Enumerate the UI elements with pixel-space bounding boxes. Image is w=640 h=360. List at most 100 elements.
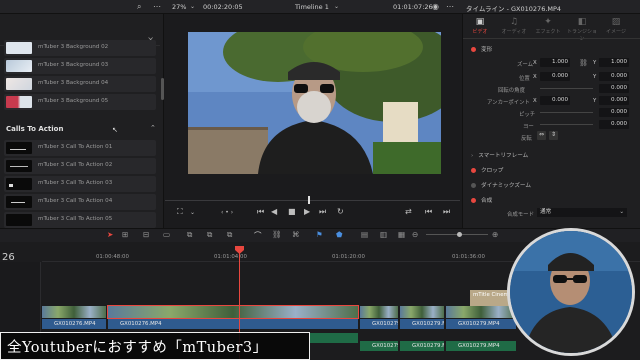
link-icon[interactable]: ⛓ [579,59,588,67]
chevron-down-icon[interactable]: ⌄ [190,3,195,10]
composite-section[interactable]: 合成 [471,196,492,204]
inspector-panel: ▣ ビデオ ♫ オーディオ ✦ エフェクト ◧ トランジション ▨ イメージ 変… [462,14,640,228]
dynamic-zoom-section[interactable]: ダイナミックズーム [471,181,531,189]
anchor-x-field[interactable]: 0.000 [540,96,570,105]
pitch-field[interactable]: 0.000 [599,108,629,117]
jog-control-icon[interactable]: ‹ • › [221,209,233,216]
scrubber-handle[interactable] [308,196,310,204]
stop-icon[interactable]: ■ [288,207,296,216]
chevron-down-icon[interactable]: ⌄ [334,3,339,10]
step-back-icon[interactable]: ◀ [271,207,277,216]
go-to-start-icon[interactable]: ⏮ [257,207,264,217]
rotation-slider[interactable] [540,88,593,89]
video-clip[interactable]: GX010279.MP4 [446,319,516,329]
more-options-icon[interactable]: ⋯ [153,2,161,11]
list-item[interactable]: mTuber 3 Background 04 [4,76,156,92]
enable-toggle-icon[interactable] [471,183,476,188]
search-icon[interactable]: ⌕ [137,2,141,12]
list-item[interactable]: mTuber 3 Call To Action 03 [4,176,156,192]
timeline-name[interactable]: Timeline 1 [295,3,329,11]
position-x-field[interactable]: 0.000 [540,72,570,81]
ruler-timecode: 01:01:04:00 [214,254,247,260]
zoom-in-icon[interactable]: ⊕ [492,230,498,239]
selection-tool-icon[interactable]: ➤ [107,230,113,239]
list-item[interactable]: mTuber 3 Call To Action 02 [4,158,156,174]
list-item[interactable]: mTuber 3 Background 02 [4,40,156,56]
viewer-zoom[interactable]: 27% [172,3,186,11]
library-scrollbar[interactable] [161,78,164,100]
trim-tool-icon[interactable]: ⊞ [122,230,128,239]
video-clip[interactable]: GX010276.MP4 [42,319,106,329]
effect-thumbnail [6,142,32,154]
video-clip[interactable]: GX010279.MP4 [400,319,444,329]
zoom-out-icon[interactable]: ⊖ [412,230,418,239]
crop-section[interactable]: クロップ [471,166,503,174]
effects-library-panel: × mTuber 3 Background 02 mTuber 3 Backgr… [0,14,164,228]
more-options-icon[interactable]: ⋯ [446,2,454,11]
yaw-field[interactable]: 0.000 [599,120,629,129]
chevron-up-icon[interactable]: ⌃ [150,124,156,132]
composite-mode-select[interactable]: 通常 ⌄ [537,208,627,217]
enable-toggle-icon[interactable] [471,47,476,52]
position-lock-icon[interactable]: ⌘ [292,230,300,239]
loop-icon[interactable]: ↻ [337,207,344,216]
video-clip[interactable]: GX010279.MP4 [360,319,398,329]
overwrite-clip-icon[interactable]: ⧉ [207,230,212,240]
crop-tool-icon[interactable]: ⛶ [177,207,183,217]
list-item[interactable]: mTuber 3 Call To Action 01 [4,140,156,156]
replace-clip-icon[interactable]: ⧉ [227,230,232,240]
viewer-scrubber[interactable] [165,195,460,205]
video-clip[interactable]: GX010276.MP4 [108,319,358,329]
yaw-slider[interactable] [540,124,593,125]
next-clip-icon[interactable]: ⏭ [443,207,450,217]
audio-clip[interactable]: GX010279.MP4 [360,341,398,351]
zoom-slider-handle[interactable] [457,232,462,237]
position-y-field[interactable]: 0.000 [599,72,629,81]
play-icon[interactable]: ▶ [304,207,310,216]
list-item[interactable]: mTuber 3 Call To Action 05 [4,212,156,228]
transform-section[interactable]: 変形 [471,45,492,53]
zoom-y-field[interactable]: 1.000 [599,58,629,67]
flip-horizontal-icon[interactable]: ⇔ [537,131,546,140]
ruler-timecode: 01:00:48:00 [96,254,129,260]
chevron-down-icon[interactable]: ⌄ [190,209,195,216]
go-to-end-icon[interactable]: ⏭ [319,207,326,217]
pitch-slider[interactable] [540,112,593,113]
position-label: 位置 [519,76,530,82]
audio-clip[interactable] [310,333,358,343]
snapping-icon[interactable]: ⌒ [254,230,262,241]
flag-icon[interactable]: ⚑ [316,230,323,239]
tab-image[interactable]: ▨ イメージ [599,17,633,35]
dynamic-trim-icon[interactable]: ⊟ [143,230,149,239]
link-icon[interactable]: ⛓ [272,230,282,239]
match-frame-icon[interactable]: ⇄ [405,207,412,216]
insert-clip-icon[interactable]: ⧉ [187,230,192,240]
audio-clip[interactable]: GX010279.MP4 [446,341,516,351]
marker-icon[interactable]: ⬟ [336,230,343,239]
tab-audio[interactable]: ♫ オーディオ [497,17,531,35]
zoom-x-field[interactable]: 1.000 [540,58,570,67]
zoom-detail-icon[interactable]: ▥ [380,230,387,239]
enable-toggle-icon[interactable] [471,198,476,203]
anchor-y-field[interactable]: 0.000 [599,96,629,105]
video-image [188,32,441,174]
list-item[interactable]: mTuber 3 Background 05 [4,94,156,110]
smart-reframe-section[interactable]: › スマートリフレーム [471,151,528,159]
zoom-custom-icon[interactable]: ▦ [398,230,405,239]
tab-video[interactable]: ▣ ビデオ [463,17,497,35]
flip-vertical-icon[interactable]: ⇕ [549,131,558,140]
enable-toggle-icon[interactable] [471,168,476,173]
audio-clip[interactable]: GX010279.MP4 [400,341,444,351]
color-picker-icon[interactable]: ◉ [432,2,439,11]
previous-clip-icon[interactable]: ⏮ [425,207,432,217]
list-item[interactable]: mTuber 3 Call To Action 04 [4,194,156,210]
title-clip[interactable]: mTitle Cinema [470,290,512,306]
list-item[interactable]: mTuber 3 Background 03 [4,58,156,74]
clip-thumbnail-strip [360,306,398,318]
blade-tool-icon[interactable]: ▭ [163,230,170,239]
tab-effects[interactable]: ✦ エフェクト [531,17,565,35]
rotation-field[interactable]: 0.000 [599,84,629,93]
effect-thumbnail [6,96,32,108]
zoom-full-icon[interactable]: ▤ [361,230,368,239]
caption-banner: 全Youtuberにおすすめ「mTuber3」 [0,332,310,360]
